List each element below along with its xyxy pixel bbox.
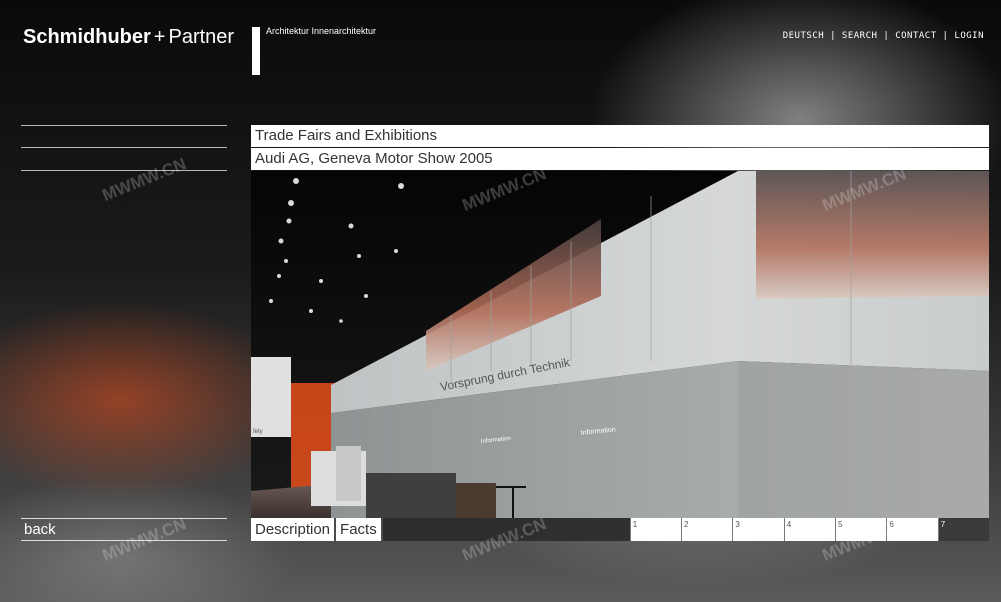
logo-plus: + xyxy=(153,26,166,48)
nav-contact[interactable]: CONTACT xyxy=(895,31,936,41)
page-5[interactable]: 5 xyxy=(835,518,887,541)
nav-login[interactable]: LOGIN xyxy=(954,31,984,41)
page-3[interactable]: 3 xyxy=(732,518,784,541)
tab-facts[interactable]: Facts xyxy=(336,518,381,541)
project-title: Audi AG, Geneva Motor Show 2005 xyxy=(251,148,989,170)
left-menu-divider xyxy=(21,147,227,148)
bottom-bar: Description Facts 1 2 3 4 5 6 7 xyxy=(251,518,990,541)
top-nav: DEUTSCH | SEARCH | CONTACT | LOGIN xyxy=(783,31,984,41)
watermark: MWMW.CN xyxy=(99,154,189,205)
nav-search[interactable]: SEARCH xyxy=(842,31,878,41)
nav-separator: | xyxy=(936,31,955,41)
logo-name-light: Partner xyxy=(168,26,235,48)
logo[interactable]: Schmidhuber + Partner xyxy=(23,26,234,49)
page-7[interactable]: 7 xyxy=(937,518,990,541)
bottom-bar-spacer xyxy=(382,518,630,541)
nav-separator: | xyxy=(824,31,842,41)
page-1[interactable]: 1 xyxy=(629,518,682,541)
logo-name-bold: Schmidhuber xyxy=(23,26,151,48)
project-photo: fety Vorsprung durch Technik Information… xyxy=(251,171,989,518)
tab-description[interactable]: Description xyxy=(251,518,335,541)
page-2[interactable]: 2 xyxy=(681,518,733,541)
nav-separator: | xyxy=(877,31,896,41)
tagline: Architektur Innenarchitektur xyxy=(266,26,377,36)
photo-sign-text: fety xyxy=(253,429,263,435)
left-menu-divider xyxy=(21,170,227,171)
page-6[interactable]: 6 xyxy=(886,518,938,541)
category-title: Trade Fairs and Exhibitions xyxy=(251,125,989,147)
nav-deutsch[interactable]: DEUTSCH xyxy=(783,31,824,41)
left-menu-divider xyxy=(21,125,227,126)
back-link[interactable]: back xyxy=(21,518,227,541)
page-4[interactable]: 4 xyxy=(783,518,836,541)
image-pager: 1 2 3 4 5 6 7 xyxy=(629,518,990,541)
logo-divider-bar xyxy=(252,27,260,75)
